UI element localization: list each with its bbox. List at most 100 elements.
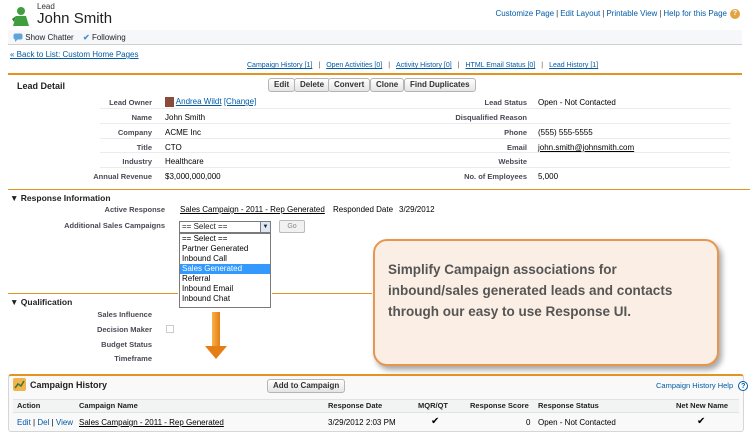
additional-campaigns-label: Additional Sales Campaigns	[64, 221, 165, 230]
response-info-header[interactable]: ▼ Response Information	[10, 193, 111, 203]
qualification-header[interactable]: ▼ Qualification	[10, 297, 72, 307]
lead-detail-title: Lead Detail	[17, 81, 66, 91]
page-top-links: Customize Page | Edit Layout | Printable Vie…	[495, 9, 740, 19]
option-partner-generated[interactable]: Partner Generated	[180, 244, 270, 254]
company-value: ACME Inc	[165, 128, 202, 137]
printable-view-link[interactable]: Printable View	[606, 9, 657, 18]
lead-owner-link[interactable]: Andrea Wildt	[176, 97, 222, 106]
row-divider	[100, 123, 730, 124]
find-duplicates-button[interactable]: Find Duplicates	[404, 78, 476, 92]
timeframe-label: Timeframe	[114, 354, 152, 363]
disqualified-reason-label: Disqualified Reason	[455, 113, 527, 122]
help-icon[interactable]: ?	[730, 9, 740, 19]
option-referral[interactable]: Referral	[180, 274, 270, 284]
arrow-down-icon	[205, 346, 227, 359]
campaign-history-help-link[interactable]: Campaign History Help ?	[656, 381, 749, 392]
edit-layout-link[interactable]: Edit Layout	[560, 9, 600, 18]
campaign-history-icon	[13, 378, 26, 391]
convert-button[interactable]: Convert	[328, 78, 371, 92]
following-label: Following	[91, 33, 126, 42]
decision-maker-checkbox	[166, 325, 174, 333]
name-label: Name	[131, 113, 152, 122]
campaign-name-link[interactable]: Sales Campaign - 2011 - Rep Generated	[79, 418, 224, 427]
back-to-list-link[interactable]: « Back to List: Custom Home Pages	[10, 50, 139, 59]
col-response-date[interactable]: Response Date	[328, 401, 382, 410]
response-info-title: Response Information	[20, 193, 111, 203]
response-score-cell: 0	[526, 418, 531, 427]
add-to-campaign-button[interactable]: Add to Campaign	[267, 379, 346, 393]
phone-value: (555) 555-5555	[538, 128, 593, 137]
chatter-icon	[13, 33, 23, 43]
col-net-new-name[interactable]: Net New Name	[676, 401, 728, 410]
response-date-cell: 3/29/2012 2:03 PM	[328, 418, 396, 427]
col-response-score[interactable]: Response Score	[470, 401, 529, 410]
section-divider	[8, 293, 178, 294]
campaign-options-list: == Select == Partner Generated Inbound C…	[179, 233, 271, 308]
row-divider	[100, 108, 730, 109]
customize-page-link[interactable]: Customize Page	[495, 9, 554, 18]
lead-owner-label: Lead Owner	[109, 98, 152, 107]
collapse-triangle-icon: ▼	[10, 193, 19, 203]
arrow-down-icon	[212, 312, 220, 348]
active-response-link[interactable]: Sales Campaign - 2011 - Rep Generated	[180, 205, 325, 214]
col-action: Action	[17, 401, 41, 410]
option-inbound-chat[interactable]: Inbound Chat	[180, 294, 270, 304]
following-toggle[interactable]: ✔ Following	[83, 33, 126, 42]
row-actions: Edit | Del | View	[17, 418, 74, 427]
additional-campaigns-select[interactable]: == Select == ▼	[179, 221, 271, 233]
related-link-activity-history[interactable]: Activity History [0]	[396, 62, 452, 69]
related-link-open-activities[interactable]: Open Activities [0]	[326, 62, 382, 69]
show-chatter-toggle[interactable]: Show Chatter	[13, 33, 74, 43]
name-value: John Smith	[165, 113, 206, 122]
row-divider	[100, 138, 730, 139]
section-divider	[272, 293, 372, 294]
go-button[interactable]: Go	[279, 220, 305, 233]
delete-button[interactable]: Delete	[294, 78, 331, 92]
option-inbound-call[interactable]: Inbound Call	[180, 254, 270, 264]
email-value-link[interactable]: john.smith@johnsmith.com	[538, 143, 634, 152]
active-response-label: Active Response	[104, 205, 165, 214]
chevron-down-icon[interactable]: ▼	[260, 222, 270, 232]
industry-label: Industry	[122, 157, 152, 166]
related-link-html-email-status[interactable]: HTML Email Status [0]	[466, 62, 536, 69]
change-owner-link[interactable]: [Change]	[224, 97, 256, 106]
record-name: John Smith	[37, 10, 113, 27]
view-link[interactable]: View	[56, 418, 73, 427]
lead-person-icon	[10, 5, 32, 27]
mqr-qt-check-icon: ✔	[431, 416, 440, 427]
show-chatter-label: Show Chatter	[25, 33, 74, 42]
related-list-links: Campaign History [1] | Open Activities [0]…	[247, 62, 599, 69]
website-label: Website	[498, 157, 527, 166]
campaign-history-title: Campaign History	[30, 380, 108, 390]
del-link[interactable]: Del	[37, 418, 49, 427]
col-response-status[interactable]: Response Status	[538, 401, 599, 410]
decision-maker-label: Decision Maker	[96, 325, 152, 334]
edit-link[interactable]: Edit	[17, 418, 31, 427]
col-mqr-qt[interactable]: MQR/QT	[418, 401, 448, 410]
related-link-campaign-history[interactable]: Campaign History [1]	[247, 62, 312, 69]
collapse-triangle-icon: ▼	[10, 297, 19, 307]
lead-status-value: Open - Not Contacted	[538, 98, 616, 107]
employees-label: No. of Employees	[464, 172, 527, 181]
col-campaign-name[interactable]: Campaign Name	[79, 401, 138, 410]
option-sales-generated[interactable]: Sales Generated	[180, 264, 270, 274]
responded-date-label: Responded Date	[333, 205, 394, 214]
option-inbound-email[interactable]: Inbound Email	[180, 284, 270, 294]
help-for-page-link[interactable]: Help for this Page	[663, 9, 727, 18]
select-current-value: == Select ==	[182, 222, 228, 231]
owner-avatar-icon	[165, 97, 174, 107]
option-select[interactable]: == Select ==	[180, 234, 270, 244]
feature-callout: Simplify Campaign associations for inbou…	[373, 239, 719, 366]
qualification-title: Qualification	[20, 297, 73, 307]
email-label: Email	[506, 143, 527, 152]
annual-revenue-label: Annual Revenue	[93, 172, 152, 181]
edit-button[interactable]: Edit	[268, 78, 296, 92]
net-new-name-check-icon: ✔	[697, 416, 706, 427]
clone-button[interactable]: Clone	[370, 78, 405, 92]
annual-revenue-value: $3,000,000,000	[165, 172, 221, 181]
follow-check-icon: ✔	[83, 33, 90, 42]
row-divider	[100, 152, 730, 153]
related-link-lead-history[interactable]: Lead History [1]	[549, 62, 598, 69]
company-label: Company	[117, 128, 152, 137]
callout-text: Simplify Campaign associations for inbou…	[388, 262, 673, 319]
